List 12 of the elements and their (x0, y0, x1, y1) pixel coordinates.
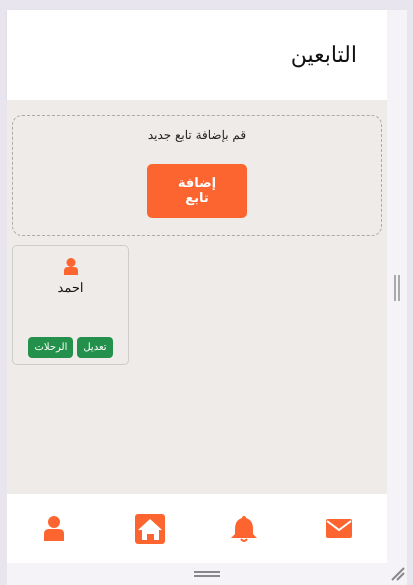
page-title: التابعين (290, 42, 357, 68)
house-icon[interactable] (134, 514, 164, 544)
drag-handle-icon[interactable] (194, 571, 220, 577)
resize-grip-icon[interactable] (391, 567, 405, 581)
add-follower-button[interactable]: إضافة تابع (147, 164, 247, 218)
action-button[interactable]: تعديل (77, 337, 113, 358)
follower-name: احمد (58, 281, 84, 296)
grip-icon[interactable] (394, 275, 400, 301)
add-prompt: قم بإضافة تابع جديد (148, 128, 246, 142)
action-button[interactable]: الرحلات (28, 337, 74, 358)
bell-icon[interactable] (230, 514, 260, 544)
person-icon (64, 258, 78, 275)
